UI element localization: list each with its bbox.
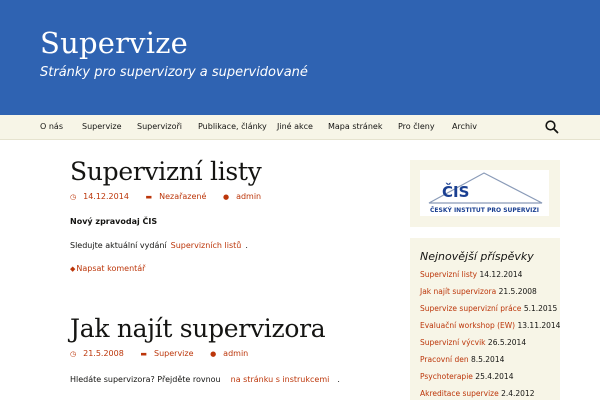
post-author[interactable]: ● admin <box>223 192 268 201</box>
recent-post-link[interactable]: Supervizní výcvik <box>420 338 486 347</box>
post-paragraph: Hledáte supervizora? Přejděte rovnou na s… <box>70 375 340 384</box>
recent-post-date: 8.5.2014 <box>470 355 505 364</box>
post-date[interactable]: ◷ 14.12.2014 <box>70 192 136 201</box>
site-description: Stránky pro supervizory a supervidované <box>40 65 308 80</box>
recent-post-date: 2.4.2012 <box>501 389 535 398</box>
list-item: Supervizní výcvik 26.5.2014 <box>420 338 526 347</box>
paragraph-end: . <box>245 241 248 250</box>
post-category[interactable]: ▬ Nezařazené <box>145 192 213 201</box>
post-link[interactable]: Supervizních listů <box>171 241 242 250</box>
list-item: Supervize supervizní práce 5.1.2015 <box>420 304 557 313</box>
list-item: Pracovní den 8.5.2014 <box>420 355 504 364</box>
post-author-text: admin <box>236 192 262 201</box>
post-strong-text: Nový zpravodaj ČIS <box>70 217 158 226</box>
recent-post-link[interactable]: Psychoterapie <box>420 372 473 381</box>
search-icon <box>545 120 559 134</box>
post-title[interactable]: Jak najít supervizora <box>70 314 326 343</box>
clock-icon: ◷ <box>70 350 77 358</box>
list-item: Evaluační workshop (EW) 13.11.2014 <box>420 321 560 330</box>
search-button[interactable] <box>544 119 560 135</box>
recent-post-date: 21.5.2008 <box>498 287 537 296</box>
list-item: Psychoterapie 25.4.2014 <box>420 372 513 381</box>
recent-post-link[interactable]: Evaluační workshop (EW) <box>420 321 515 330</box>
user-icon: ● <box>222 193 230 201</box>
post-category-text: Supervize <box>154 349 194 358</box>
main-content: Supervizní listy ◷ 14.12.2014 ▬ Nezařazené… <box>0 140 600 400</box>
cis-logo[interactable]: ČIS ČESKÝ INSTITUT PRO SUPERVIZI <box>420 170 549 216</box>
post-author-text: admin <box>223 349 249 358</box>
recent-post-link[interactable]: Pracovní den <box>420 355 469 364</box>
recent-post-date: 26.5.2014 <box>487 338 527 347</box>
main-navigation: O nás Supervize Supervizoři Publikace, č… <box>0 115 600 140</box>
post-link[interactable]: na stránku s instrukcemi <box>231 375 330 384</box>
comment-link-text: Napsat komentář <box>76 264 146 273</box>
list-item: Supervizní listy 14.12.2014 <box>420 270 522 279</box>
recent-post-link[interactable]: Supervizní listy <box>420 270 477 279</box>
logo-widget: ČIS ČESKÝ INSTITUT PRO SUPERVIZI <box>410 160 560 227</box>
nav-item-pro-cleny[interactable]: Pro členy <box>398 122 435 131</box>
logo-text: ČESKÝ INSTITUT PRO SUPERVIZI <box>430 207 539 214</box>
post-date-text: 21.5.2008 <box>83 349 124 358</box>
recent-post-link[interactable]: Supervize supervizní práce <box>420 304 521 313</box>
list-item: Jak najít supervizora 21.5.2008 <box>420 287 537 296</box>
nav-item-archiv[interactable]: Archiv <box>452 122 477 131</box>
comment-icon: ◆ <box>70 265 76 273</box>
comment-link[interactable]: ◆Napsat komentář <box>70 264 145 273</box>
post-meta: ◷ 21.5.2008 ▬ Supervize ● admin <box>70 349 262 358</box>
paragraph-end: . <box>337 375 340 384</box>
post-category-text: Nezařazené <box>159 192 207 201</box>
recent-post-link[interactable]: Akreditace supervize <box>420 389 499 398</box>
post-date[interactable]: ◷ 21.5.2008 <box>70 349 131 358</box>
recent-post-link[interactable]: Jak najít supervizora <box>420 287 496 296</box>
user-icon: ● <box>210 350 217 358</box>
nav-item-publikace[interactable]: Publikace, články <box>198 122 267 131</box>
paragraph-text: Hledáte supervizora? Přejděte rovnou <box>70 375 221 384</box>
recent-post-date: 25.4.2014 <box>475 372 514 381</box>
folder-icon: ▬ <box>145 193 153 201</box>
recent-post-date: 14.12.2014 <box>479 270 523 279</box>
post-paragraph: Sledujte aktuální vydání Supervizních lis… <box>70 241 248 250</box>
post-title[interactable]: Supervizní listy <box>70 157 262 186</box>
nav-item-o-nas[interactable]: O nás <box>40 122 63 131</box>
site-header: Supervize Stránky pro supervizory a supe… <box>0 0 600 115</box>
post-date-text: 14.12.2014 <box>83 192 129 201</box>
nav-item-supervizori[interactable]: Supervizoři <box>137 122 182 131</box>
site-title[interactable]: Supervize <box>40 26 188 60</box>
post-category[interactable]: ▬ Supervize <box>140 349 200 358</box>
recent-posts-widget: Nejnovější příspěvky Supervizní listy 14… <box>410 238 560 400</box>
post-meta: ◷ 14.12.2014 ▬ Nezařazené ● admin <box>70 192 275 201</box>
nav-item-supervize[interactable]: Supervize <box>82 122 122 131</box>
recent-post-date: 13.11.2014 <box>517 321 561 330</box>
cis-logo-mark: ČIS <box>428 172 543 204</box>
post-author[interactable]: ● admin <box>210 349 255 358</box>
clock-icon: ◷ <box>70 193 77 201</box>
nav-item-mapa-stranek[interactable]: Mapa stránek <box>328 122 382 131</box>
paragraph-text: Sledujte aktuální vydání <box>70 241 167 250</box>
widget-title: Nejnovější příspěvky <box>420 250 534 263</box>
list-item: Akreditace supervize 2.4.2012 <box>420 389 535 398</box>
recent-post-date: 5.1.2015 <box>523 304 558 313</box>
folder-icon: ▬ <box>140 350 147 358</box>
logo-letters: ČIS <box>442 182 469 201</box>
nav-item-jine-akce[interactable]: Jiné akce <box>277 122 313 131</box>
